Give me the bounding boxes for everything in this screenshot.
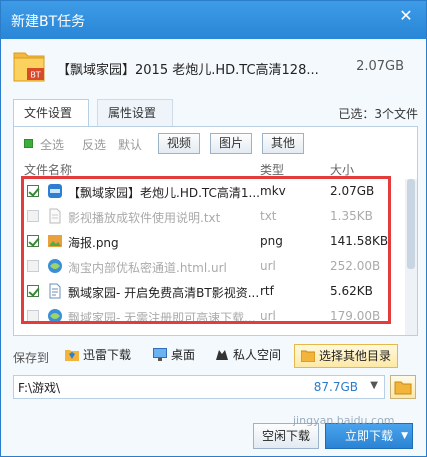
private-space-icon — [216, 350, 228, 360]
rtf-file-icon — [49, 283, 61, 299]
save-private-space-label: 私人空间 — [233, 348, 282, 362]
save-private-space-button[interactable]: 私人空间 — [215, 344, 281, 368]
download-now-label: 立即下载 — [344, 429, 393, 443]
file-list: 【飘域家园】老炮儿.HD.TC高清1... mkv 2.07GB 影视播放成软件… — [14, 179, 404, 329]
task-header: BT 【飘域家园】2015 老炮儿.HD.TC高清128... 2.07GB — [1, 39, 426, 95]
file-row[interactable]: 影视播放成软件使用说明.txt txt 1.35KB — [14, 204, 404, 229]
file-row[interactable]: 【飘域家园】老炮儿.HD.TC高清1... mkv 2.07GB — [14, 179, 404, 204]
new-bt-task-dialog: 新建BT任务 ✕ BT 【飘域家园】2015 老炮儿.HD.TC高清128...… — [0, 0, 427, 457]
file-name: 淘宝内部优私密通道.html.url — [68, 261, 227, 275]
column-header: 文件名称 类型 大小 — [14, 161, 417, 179]
file-type: txt — [260, 209, 277, 223]
open-folder-icon — [394, 381, 412, 395]
filter-other-button[interactable]: 其他 — [262, 133, 304, 154]
file-size: 179.00B — [330, 309, 381, 323]
file-row[interactable]: 海报.png png 141.58KB — [14, 229, 404, 254]
file-type: png — [260, 234, 283, 248]
task-name: 【飘域家园】2015 老炮儿.HD.TC高清128... — [57, 63, 319, 78]
file-type: url — [260, 259, 276, 273]
window-title: 新建BT任务 — [11, 14, 86, 30]
desktop-icon — [153, 348, 167, 361]
filter-video-button[interactable]: 视频 — [158, 133, 200, 154]
invert-selection-link[interactable]: 反选 — [82, 136, 106, 153]
file-list-scrollbar[interactable] — [405, 179, 417, 335]
settings-tabs: 文件设置 属性设置 已选：3个文件 — [13, 99, 418, 127]
file-row[interactable]: 淘宝内部优私密通道.html.url url 252.00B — [14, 254, 404, 279]
browse-folder-button[interactable] — [390, 375, 416, 399]
save-path-input[interactable] — [18, 379, 278, 395]
url-file-icon — [48, 259, 62, 273]
file-row[interactable]: 飘域家园- 开启免费高清BT影视资... rtf 5.62KB — [14, 279, 404, 304]
free-space: 87.7GB — [313, 380, 358, 394]
title-bar[interactable]: 新建BT任务 ✕ — [1, 1, 426, 39]
file-size: 2.07GB — [330, 184, 375, 198]
file-type: mkv — [260, 184, 286, 198]
task-size: 2.07GB — [356, 59, 404, 74]
column-name[interactable]: 文件名称 — [24, 161, 72, 178]
save-xunlei-label: 迅雷下载 — [83, 348, 132, 362]
save-to-bar: 保存到 迅雷下载 桌面 私人空间 选择其他目录 — [13, 344, 418, 368]
file-checkbox[interactable] — [27, 310, 39, 322]
file-panel: 全选 反选 默认 视频 图片 其他 文件名称 类型 大小 【飘域家园】老炮儿.H… — [13, 126, 418, 336]
file-checkbox[interactable] — [27, 260, 39, 272]
save-desktop-button[interactable]: 桌面 — [153, 344, 195, 368]
column-type[interactable]: 类型 — [260, 161, 284, 178]
filter-bar: 全选 反选 默认 视频 图片 其他 — [14, 127, 417, 159]
file-name: 【飘域家园】老炮儿.HD.TC高清1... — [68, 186, 260, 200]
tab-file-settings[interactable]: 文件设置 — [13, 99, 89, 127]
watermark: jingyan.baidu.com — [293, 414, 395, 427]
file-checkbox[interactable] — [27, 185, 39, 197]
save-to-label: 保存到 — [13, 351, 50, 365]
file-size: 5.62KB — [330, 284, 373, 298]
choose-other-directory-button[interactable]: 选择其他目录 — [294, 344, 399, 368]
save-xunlei-button[interactable]: 迅雷下载 — [65, 344, 131, 368]
text-file-icon — [49, 208, 61, 224]
filter-image-button[interactable]: 图片 — [210, 133, 252, 154]
tab-property-settings[interactable]: 属性设置 — [97, 99, 173, 127]
file-checkbox[interactable] — [27, 235, 39, 247]
file-size: 1.35KB — [330, 209, 373, 223]
file-row[interactable]: 飘域家园- 无需注册即可高速下载... url 179.00B — [14, 304, 404, 329]
save-path-field[interactable]: 87.7GB ▼ — [13, 375, 385, 399]
bt-badge: BT — [30, 71, 40, 80]
file-name: 飘域家园- 开启免费高清BT影视资... — [68, 286, 260, 300]
bt-folder-icon: BT — [13, 52, 45, 82]
file-checkbox[interactable] — [27, 285, 39, 297]
save-desktop-label: 桌面 — [171, 348, 196, 362]
file-type: url — [260, 309, 276, 323]
selected-count: 已选：3个文件 — [338, 107, 418, 121]
folder-icon — [65, 350, 79, 361]
column-size[interactable]: 大小 — [330, 161, 354, 178]
file-name: 海报.png — [68, 236, 119, 250]
file-size: 252.00B — [330, 259, 381, 273]
close-icon[interactable]: ✕ — [394, 5, 418, 27]
file-checkbox[interactable] — [27, 210, 39, 222]
file-name: 影视播放成软件使用说明.txt — [68, 211, 221, 225]
select-all-link[interactable]: 全选 — [40, 136, 64, 153]
select-all-checkbox[interactable] — [24, 139, 33, 148]
chevron-down-icon[interactable]: ▼ — [370, 380, 378, 391]
url-file-icon — [48, 309, 62, 323]
image-file-icon — [48, 235, 62, 247]
chevron-down-icon[interactable]: ▼ — [401, 424, 408, 448]
default-selection-link[interactable]: 默认 — [118, 136, 142, 153]
video-file-icon — [48, 184, 62, 198]
choose-other-directory-label: 选择其他目录 — [319, 349, 392, 363]
file-name: 飘域家园- 无需注册即可高速下载... — [68, 311, 256, 325]
file-type: rtf — [260, 284, 274, 298]
file-size: 141.58KB — [330, 234, 389, 248]
folder-browse-icon — [301, 350, 315, 362]
scrollbar-thumb[interactable] — [407, 179, 415, 269]
